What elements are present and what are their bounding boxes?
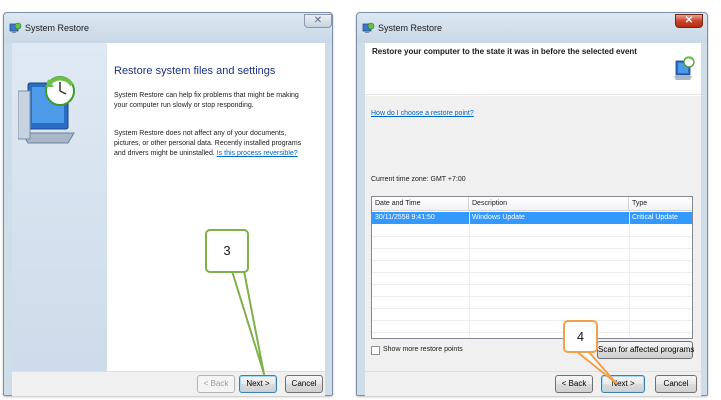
back-button[interactable]: < Back — [555, 375, 593, 393]
cell-type: Critical Update — [632, 214, 678, 221]
table-row-empty — [372, 261, 692, 273]
page-title: Restore your computer to the state it wa… — [372, 47, 637, 56]
table-row[interactable]: 30/11/2558 9:41:50 Windows Update Critic… — [372, 212, 692, 224]
title-bar[interactable]: System Restore ✕ — [357, 13, 707, 43]
cell-description: Windows Update — [472, 214, 525, 221]
close-button[interactable]: ✕ — [304, 14, 332, 28]
table-row-empty — [372, 309, 692, 321]
table-row-empty — [372, 285, 692, 297]
system-restore-window-left: System Restore ✕ Restore system files an… — [3, 12, 333, 396]
show-more-checkbox[interactable] — [371, 346, 380, 355]
page-title: Restore system files and settings — [114, 65, 276, 77]
close-button[interactable]: ✕ — [675, 14, 703, 28]
button-bar: < Back Next > Cancel — [365, 371, 701, 396]
system-restore-icon — [674, 56, 695, 80]
content-area: Restore your computer to the state it wa… — [365, 43, 701, 371]
cancel-button[interactable]: Cancel — [285, 375, 323, 393]
sidebar-panel — [12, 43, 107, 371]
table-row-empty — [372, 237, 692, 249]
cancel-button[interactable]: Cancel — [655, 375, 697, 393]
table-row-empty — [372, 225, 692, 237]
computer-restore-icon — [18, 76, 75, 144]
column-divider — [629, 211, 630, 338]
title-bar[interactable]: System Restore ✕ — [4, 13, 332, 43]
cell-date: 30/11/2558 9:41:50 — [375, 214, 435, 221]
button-bar: < Back Next > Cancel — [12, 371, 325, 396]
info-text: System Restore does not affect any of yo… — [114, 129, 310, 159]
window-title: System Restore — [378, 23, 443, 33]
column-header-type[interactable]: Type — [629, 197, 692, 211]
table-header: Date and Time Description Type — [372, 197, 692, 211]
content-area: Restore system files and settings System… — [107, 43, 325, 371]
system-restore-window-right: System Restore ✕ Restore your computer t… — [356, 12, 708, 396]
close-icon: ✕ — [684, 15, 694, 26]
next-button[interactable]: Next > — [601, 375, 645, 393]
column-header-date[interactable]: Date and Time — [372, 197, 469, 211]
table-row-empty — [372, 273, 692, 285]
choose-restore-point-link[interactable]: How do I choose a restore point? — [371, 110, 474, 117]
column-divider — [469, 211, 470, 338]
table-row-empty — [372, 321, 692, 333]
system-restore-icon — [9, 22, 22, 33]
header-banner: Restore your computer to the state it wa… — [365, 43, 701, 95]
column-header-description[interactable]: Description — [469, 197, 629, 211]
table-row-empty — [372, 297, 692, 309]
step-3-callout: 3 — [205, 229, 249, 273]
show-more-label: Show more restore points — [383, 346, 463, 353]
scan-affected-programs-button[interactable]: Scan for affected programs — [597, 341, 694, 359]
restore-point-panel: How do I choose a restore point? Current… — [365, 96, 701, 371]
close-icon: ✕ — [313, 15, 323, 26]
timezone-label: Current time zone: GMT +7:00 — [371, 176, 466, 183]
back-button[interactable]: < Back — [197, 375, 235, 393]
step-4-callout: 4 — [563, 320, 598, 353]
system-restore-icon — [362, 22, 375, 33]
next-button[interactable]: Next > — [239, 375, 277, 393]
window-title: System Restore — [25, 23, 90, 33]
table-row-empty — [372, 249, 692, 261]
reversible-link[interactable]: Is this process reversible? — [217, 150, 298, 157]
restore-points-table[interactable]: Date and Time Description Type 30/11/255… — [371, 196, 693, 339]
description-text: System Restore can help fix problems tha… — [114, 92, 299, 109]
